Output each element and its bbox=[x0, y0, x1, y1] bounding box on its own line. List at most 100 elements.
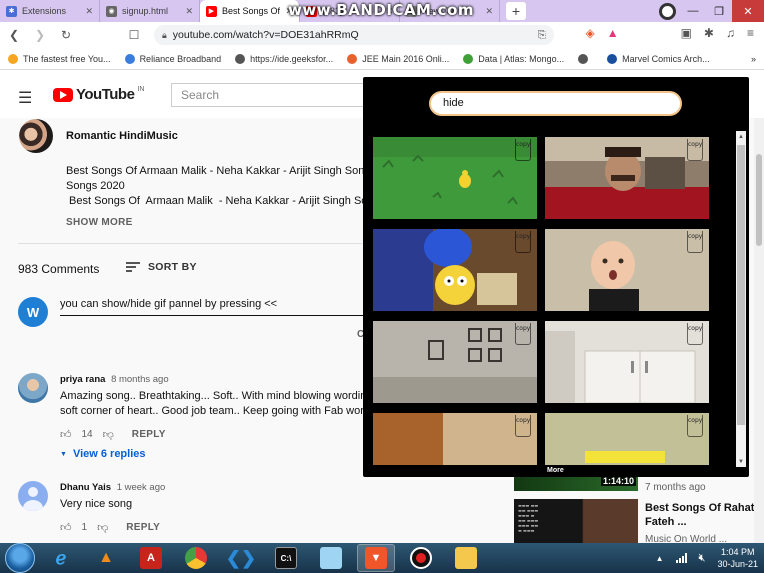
bookmark-item[interactable]: JEE Main 2016 Onli... bbox=[347, 53, 449, 64]
bookmark-item[interactable]: Data | Atlas: Mongo... bbox=[463, 53, 564, 64]
more-button[interactable]: More bbox=[547, 467, 564, 474]
channel-name[interactable]: Romantic HindiMusic bbox=[66, 130, 178, 142]
reload-icon[interactable]: ↻ bbox=[58, 28, 74, 42]
copy-gif-button[interactable]: copy bbox=[687, 323, 703, 345]
video-description: Best Songs Of Armaan Malik - Neha Kakkar… bbox=[66, 164, 366, 209]
close-window-button[interactable]: ✕ bbox=[732, 0, 764, 22]
show-more-button[interactable]: SHOW MORE bbox=[66, 217, 133, 228]
dislike-icon[interactable]: 👎︎ bbox=[103, 428, 114, 441]
scrollbar-thumb[interactable] bbox=[737, 145, 745, 425]
copy-gif-button[interactable]: copy bbox=[687, 139, 703, 161]
taskbar-internet-explorer[interactable]: ℯ bbox=[42, 544, 80, 572]
bookmark-item[interactable]: Marvel Comics Arch... bbox=[607, 53, 710, 64]
tab-close-icon[interactable]: ✕ bbox=[185, 6, 193, 17]
commenter-avatar[interactable] bbox=[18, 481, 48, 511]
volume-muted-icon[interactable]: 🔇︎ bbox=[699, 552, 706, 565]
suggested-video-thumbnail[interactable]: ▬▬▬ ▬▬ ▬▬ ▬▬▬ ▬▬▬ ▬ ▬▬ ▬▬▬ ▬▬▬ ▬▬ ▬ ▬▬▬ bbox=[514, 499, 638, 543]
copy-gif-button[interactable]: copy bbox=[687, 415, 703, 437]
brave-shield-icon[interactable]: ◈ bbox=[585, 26, 594, 40]
copy-gif-button[interactable]: copy bbox=[515, 231, 531, 253]
bookmark-page-icon[interactable]: ☐ bbox=[126, 28, 142, 42]
youtube-search-input[interactable]: Search bbox=[171, 83, 371, 107]
commenter-avatar[interactable] bbox=[18, 373, 48, 403]
gif-tile-marge-reading[interactable]: copy bbox=[373, 229, 537, 311]
hamburger-menu-icon[interactable]: ☰ bbox=[18, 88, 32, 108]
forward-arrow-icon[interactable]: ❯ bbox=[32, 28, 48, 42]
taskbar-brave[interactable]: ▼ bbox=[357, 544, 395, 572]
menu-icon[interactable]: ≡ bbox=[747, 26, 754, 40]
sort-by-button[interactable]: SORT BY bbox=[126, 261, 197, 273]
windows-start-button[interactable] bbox=[5, 543, 35, 573]
taskbar-vlc[interactable]: ▲ bbox=[87, 544, 125, 572]
tray-expand-icon[interactable]: ▲ bbox=[656, 554, 664, 563]
address-bar[interactable]: 🔒︎ youtube.com/watch?v=DOE31ahRRmQ ⎘ bbox=[154, 25, 554, 45]
gif-tile-wooden-door[interactable]: copy bbox=[373, 413, 537, 465]
channel-avatar[interactable] bbox=[19, 119, 53, 153]
scroll-up-icon[interactable]: ▲ bbox=[738, 134, 744, 140]
bookmarks-overflow-icon[interactable]: » bbox=[751, 54, 756, 64]
taskbar-pdf-reader[interactable]: A bbox=[132, 544, 170, 572]
like-icon[interactable]: 👍︎ bbox=[60, 428, 72, 441]
gif-tile-man-in-car[interactable]: copy bbox=[545, 137, 709, 219]
copy-gif-button[interactable]: copy bbox=[515, 415, 531, 437]
media-icon[interactable]: ♫ bbox=[726, 26, 735, 40]
new-tab-button[interactable]: + bbox=[506, 2, 526, 20]
bookmark-item[interactable] bbox=[578, 53, 593, 64]
scroll-down-icon[interactable]: ▼ bbox=[738, 459, 744, 465]
reply-button[interactable]: REPLY bbox=[126, 522, 160, 533]
minimize-button[interactable]: — bbox=[680, 0, 706, 22]
comment-time[interactable]: 8 months ago bbox=[111, 374, 169, 385]
gif-tile-floor-yellow[interactable]: copy bbox=[545, 413, 709, 465]
tab-close-icon[interactable]: ✕ bbox=[85, 6, 93, 17]
copy-gif-button[interactable]: copy bbox=[687, 231, 703, 253]
brave-rewards-icon[interactable]: ▲ bbox=[607, 26, 619, 40]
install-icon[interactable]: ⎘ bbox=[538, 29, 546, 42]
browser-tab[interactable]: ✱ Extensions ✕ bbox=[0, 0, 100, 22]
back-arrow-icon[interactable]: ❮ bbox=[6, 28, 22, 42]
taskbar-file-explorer[interactable] bbox=[447, 544, 485, 572]
gif-search-input[interactable]: hide bbox=[429, 91, 682, 116]
gif-panel-scrollbar[interactable]: ▲ ▼ bbox=[736, 131, 746, 467]
browser-tab[interactable]: ▶ Best Songs Of ✕ bbox=[200, 0, 300, 22]
page-scrollbar[interactable] bbox=[754, 118, 764, 543]
vlc-cone-icon: ▲ bbox=[98, 549, 114, 566]
taskbar-terminal[interactable]: C:\ bbox=[267, 544, 305, 572]
taskbar-vscode[interactable]: ❮❯ bbox=[222, 544, 260, 572]
browser-tab[interactable]: ◉ signup.html ✕ bbox=[100, 0, 200, 22]
bookmark-favicon-icon bbox=[235, 53, 246, 64]
bookmark-label: Marvel Comics Arch... bbox=[622, 53, 710, 64]
network-signal-icon[interactable] bbox=[675, 553, 687, 563]
gif-tile-kitchen-cabinet[interactable]: copy bbox=[545, 321, 709, 403]
comment-time[interactable]: 1 week ago bbox=[117, 482, 166, 493]
taskbar-recorder[interactable] bbox=[402, 544, 440, 572]
brave-lion-icon: ▼ bbox=[365, 547, 387, 569]
gif-tile-room-wall-frames[interactable]: copy bbox=[373, 321, 537, 403]
windows-taskbar: ℯ ▲ A ❮❯ C:\ ▼ ▲ 🔇︎ 1:04 PM 30-Jun-21 bbox=[0, 543, 764, 573]
view-replies-button[interactable]: ▼ View 6 replies bbox=[60, 448, 146, 460]
suggested-video-title[interactable]: Best Songs Of Rahat Fateh ... bbox=[645, 501, 757, 529]
copy-gif-button[interactable]: copy bbox=[515, 323, 531, 345]
like-icon[interactable]: 👍︎ bbox=[60, 521, 72, 534]
profile-icon[interactable]: ▣ bbox=[681, 26, 692, 40]
youtube-logo[interactable]: YouTube IN bbox=[53, 86, 144, 103]
comment-author[interactable]: priya rana bbox=[60, 374, 105, 385]
reply-button[interactable]: REPLY bbox=[132, 429, 166, 440]
tab-close-icon[interactable]: ✕ bbox=[485, 6, 493, 17]
dislike-icon[interactable]: 👎︎ bbox=[97, 521, 108, 534]
bookmark-item[interactable]: Reliance Broadband bbox=[124, 53, 221, 64]
clock[interactable]: 1:04 PM 30-Jun-21 bbox=[717, 546, 758, 570]
scrollbar-thumb[interactable] bbox=[756, 154, 762, 246]
gif-tile-simpsons-bird[interactable]: copy bbox=[373, 137, 537, 219]
bookmark-item[interactable]: The fastest free You... bbox=[8, 53, 111, 64]
maximize-button[interactable]: ❐ bbox=[706, 0, 732, 22]
bookmark-item[interactable]: https://ide.geeksfor... bbox=[235, 53, 333, 64]
gif-tile-surprised-baby[interactable]: copy bbox=[545, 229, 709, 311]
comment-input[interactable]: you can show/hide gif pannel by pressing… bbox=[60, 296, 364, 316]
taskbar-notepad[interactable] bbox=[312, 544, 350, 572]
taskbar-chrome[interactable] bbox=[177, 544, 215, 572]
recording-indicator-icon bbox=[659, 3, 676, 20]
bookmark-favicon-icon bbox=[124, 53, 135, 64]
extensions-icon[interactable]: ✱ bbox=[704, 26, 714, 40]
copy-gif-button[interactable]: copy bbox=[515, 139, 531, 161]
comment-author[interactable]: Dhanu Yais bbox=[60, 482, 111, 493]
